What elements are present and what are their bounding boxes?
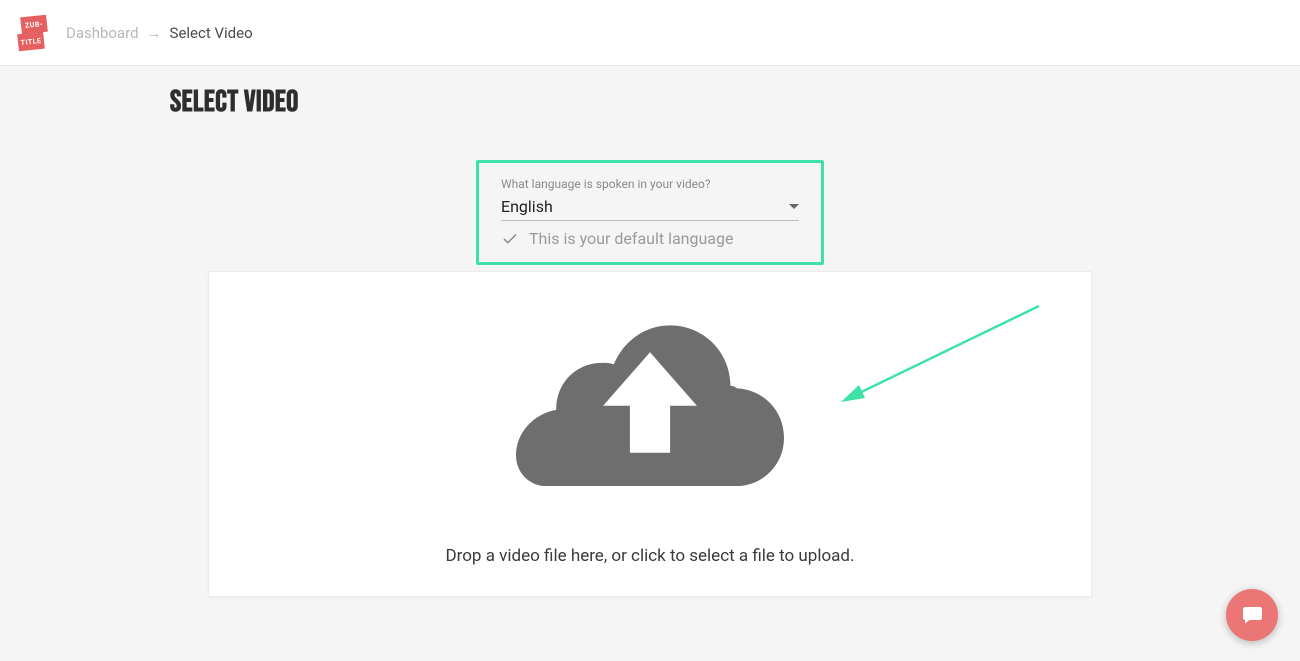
breadcrumb-current: Select Video — [170, 24, 253, 42]
upload-instruction-text: Drop a video file here, or click to sele… — [229, 546, 1071, 566]
upload-dropzone[interactable]: Drop a video file here, or click to sele… — [208, 271, 1092, 597]
chat-bubble-icon — [1240, 603, 1264, 627]
help-chat-button[interactable] — [1226, 589, 1278, 641]
language-selector-box: What language is spoken in your video? E… — [476, 160, 824, 265]
breadcrumb-separator-icon: → — [147, 24, 162, 42]
language-default-text: This is your default language — [529, 229, 733, 248]
breadcrumb: Dashboard → Select Video — [66, 24, 253, 42]
breadcrumb-dashboard-link[interactable]: Dashboard — [66, 24, 139, 42]
language-dropdown[interactable]: English — [501, 197, 799, 221]
language-selected-value: English — [501, 197, 553, 216]
page-title: Select Video — [170, 84, 1104, 120]
logo-text-top: ZUB- — [20, 14, 48, 34]
language-prompt-label: What language is spoken in your video? — [501, 177, 799, 191]
logo[interactable]: ZUB- TITLE — [18, 15, 48, 51]
logo-text-bottom: TITLE — [17, 31, 45, 51]
chevron-down-icon — [789, 204, 799, 209]
content-column: Select Video What language is spoken in … — [196, 66, 1104, 597]
check-icon — [501, 230, 519, 248]
cloud-upload-icon — [516, 312, 784, 486]
language-default-hint: This is your default language — [501, 229, 799, 248]
main-area: Select Video What language is spoken in … — [0, 66, 1300, 597]
topbar: ZUB- TITLE Dashboard → Select Video — [0, 0, 1300, 66]
annotation-arrow-icon — [829, 302, 1049, 412]
